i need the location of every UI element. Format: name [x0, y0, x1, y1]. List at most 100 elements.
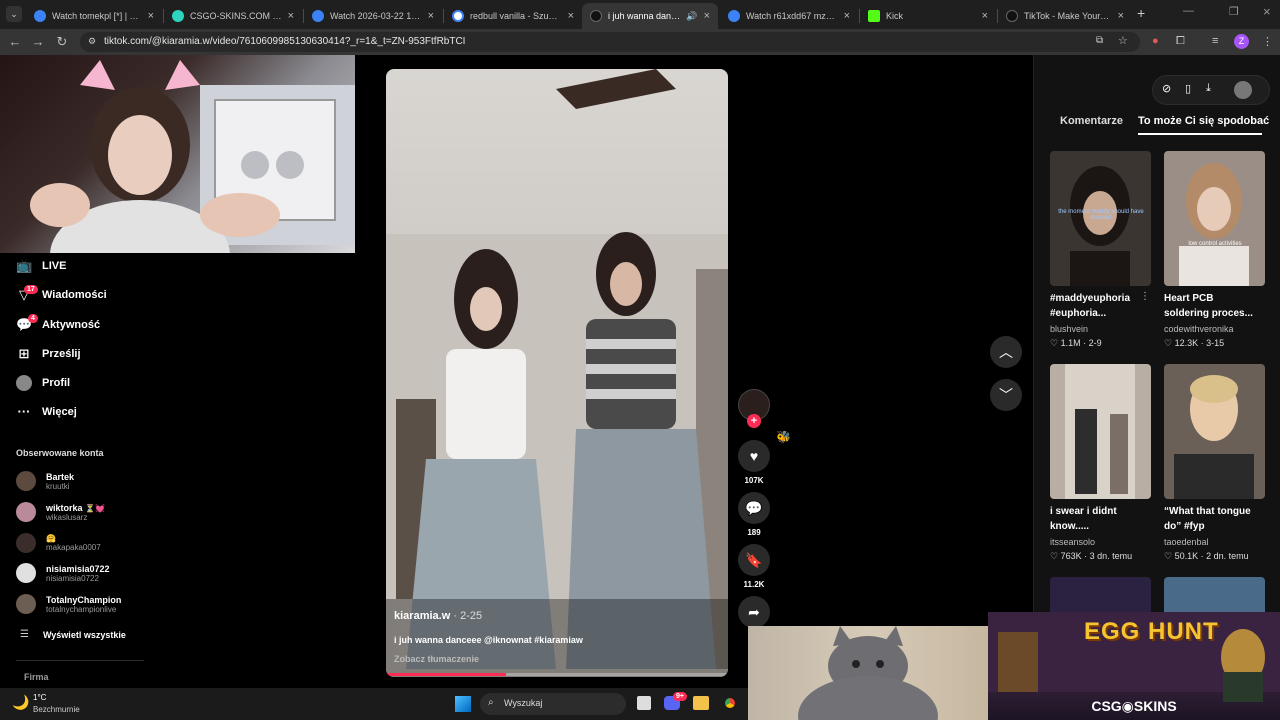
close-tab-icon[interactable]: × — [288, 10, 294, 22]
video-card-thumbnail[interactable] — [1164, 364, 1265, 499]
followed-account[interactable]: 🤗 makapaka0007 — [16, 533, 101, 553]
account-name: wiktorka — [46, 502, 83, 513]
nav-label: Aktywność — [42, 319, 101, 331]
browser-menu-icon[interactable]: ⋮ — [1262, 35, 1273, 48]
speaker-icon[interactable]: 🔊 — [686, 11, 697, 22]
heart-icon: ♥ — [738, 440, 770, 472]
card-user[interactable]: itsseansolo — [1050, 537, 1095, 547]
avatar — [16, 533, 36, 553]
tab-3[interactable]: redbull vanilla - Szukaj w × — [444, 3, 582, 29]
url-bar[interactable]: ⚙ tiktok.com/@kiaramia.w/video/761060998… — [80, 32, 1140, 52]
tab-1[interactable]: CSGO-SKINS.COM - Najle × — [164, 3, 302, 29]
card-title[interactable]: “What that tongue do” #fyp — [1164, 504, 1264, 534]
tab-label: Watch r61xdd67 mzoe xd — [746, 11, 838, 21]
download-icon[interactable]: ⤓ — [1206, 82, 1211, 95]
card-user[interactable]: blushvein — [1050, 324, 1088, 334]
followed-account[interactable]: wiktorka ⏳💓 wikaslusarz — [16, 502, 105, 522]
tab-2[interactable]: Watch 2026-03-22 18-52 × — [304, 3, 442, 29]
reload-icon[interactable]: ↻ — [53, 34, 71, 50]
task-view-icon[interactable] — [637, 696, 651, 710]
minimize-window-button[interactable]: — — [1183, 5, 1194, 17]
video-card-thumbnail[interactable] — [1164, 577, 1265, 617]
video-author[interactable]: kiaramia.w — [394, 610, 450, 622]
followed-account[interactable]: TotalnyChampion totalnychampionlive — [16, 594, 121, 614]
egg-hunt-ad[interactable]: EGG HUNT CSG◉SKINS — [988, 612, 1280, 720]
card-user[interactable]: taoedenbal — [1164, 537, 1209, 547]
tab-4-active[interactable]: i juh wanna danceee 🔊 × — [582, 3, 718, 29]
install-app-icon[interactable]: ⧉ — [1096, 35, 1103, 46]
extensions-puzzle-icon[interactable]: ⧠ — [1176, 35, 1185, 48]
account-handle: nisiamisia0722 — [46, 573, 99, 583]
follow-plus-icon[interactable]: + — [747, 414, 761, 428]
address-toolbar: ← → ↻ ⚙ tiktok.com/@kiaramia.w/video/761… — [0, 29, 1280, 55]
close-tab-icon[interactable]: × — [1118, 10, 1124, 22]
translate-link[interactable]: Zobacz tłumaczenie — [394, 654, 479, 664]
extension-icon[interactable]: ● — [1152, 35, 1159, 47]
tiktok-favicon-icon — [590, 10, 602, 22]
chrome-icon[interactable] — [722, 695, 738, 711]
video-card-thumbnail[interactable] — [1050, 364, 1151, 499]
back-arrow-icon[interactable]: ← — [6, 34, 24, 49]
user-avatar[interactable] — [1234, 81, 1252, 99]
tab-0[interactable]: Watch tomekpl [*] | Stream × — [26, 3, 162, 29]
like-button[interactable]: ♥ 107K — [738, 440, 770, 485]
card-more-icon[interactable]: ⋮ — [1140, 291, 1150, 302]
followed-account[interactable]: Bartek kruutki — [16, 471, 74, 491]
show-all-link[interactable]: ☰ Wyświetl wszystkie — [20, 629, 126, 640]
following-header: Obserwowane konta — [16, 448, 104, 458]
nav-label: Więcej — [42, 406, 77, 418]
tab-list-chevron-icon[interactable]: ⌄ — [6, 6, 22, 22]
media-controls-icon[interactable]: ≡ — [1212, 35, 1218, 47]
account-handle: wikaslusarz — [46, 512, 88, 522]
close-tab-icon[interactable]: × — [704, 10, 710, 22]
file-explorer-icon[interactable] — [693, 696, 709, 710]
card-title[interactable]: #maddyeuphoria #euphoria... — [1050, 291, 1150, 321]
forward-arrow-icon[interactable]: → — [29, 34, 47, 49]
card-title[interactable]: i swear i didnt know..... — [1050, 504, 1150, 534]
tab-recommended[interactable]: To może Ci się spodobać — [1138, 115, 1269, 127]
webcam-overlay — [0, 55, 355, 253]
prev-video-button[interactable]: ︿ — [990, 336, 1022, 368]
footer-company-link[interactable]: Firma — [24, 672, 49, 682]
followed-account[interactable]: nisiamisia0722 nisiamisia0722 — [16, 563, 110, 583]
close-window-button[interactable]: × — [1263, 4, 1271, 19]
profile-avatar[interactable]: Z — [1234, 34, 1249, 49]
comment-button[interactable]: 💬 189 — [738, 492, 770, 537]
tab-5[interactable]: Watch r61xdd67 mzoe xd × — [720, 3, 858, 29]
video-player[interactable]: kiaramia.w · 2-25 i juh wanna danceee @i… — [386, 69, 728, 677]
close-tab-icon[interactable]: × — [148, 10, 154, 22]
weather-desc: Bezchmurnie — [33, 705, 80, 714]
tab-comments[interactable]: Komentarze — [1060, 115, 1123, 127]
taskbar-search[interactable]: ⌕ Wyszukaj — [480, 693, 626, 715]
tab-7[interactable]: TikTok - Make Your Day × — [998, 3, 1132, 29]
nav-upload[interactable]: ⊞ Prześlij — [16, 346, 81, 362]
nav-more[interactable]: ··· Więcej — [16, 404, 77, 420]
video-author-line: kiaramia.w · 2-25 — [394, 610, 482, 622]
card-title[interactable]: Heart PCB soldering proces... — [1164, 291, 1264, 321]
nav-profile[interactable]: Profil — [16, 375, 70, 391]
video-progress-track[interactable] — [386, 673, 728, 676]
new-tab-button[interactable]: + — [1137, 5, 1145, 21]
account-name: Bartek — [46, 471, 75, 482]
video-card-thumbnail[interactable] — [1050, 577, 1151, 617]
windows-start-icon[interactable] — [455, 696, 471, 712]
close-tab-icon[interactable]: × — [982, 10, 988, 22]
weather-icon[interactable]: 🌙 — [12, 694, 29, 711]
next-video-button[interactable]: ﹀ — [990, 379, 1022, 411]
video-card-thumbnail[interactable]: the moment maddy should have realised — [1050, 151, 1151, 286]
nav-live[interactable]: 📺 LIVE — [16, 258, 66, 274]
card-user[interactable]: codewithveronika — [1164, 324, 1234, 334]
compass-icon[interactable]: ⊘ — [1162, 82, 1171, 95]
restore-window-button[interactable]: ❐ — [1229, 5, 1239, 18]
windows-taskbar: 🌙 1°C Bezchmurnie ⌕ Wyszukaj 9+ — [0, 688, 748, 720]
video-card-thumbnail[interactable]: low control activities — [1164, 151, 1265, 286]
close-tab-icon[interactable]: × — [568, 10, 574, 22]
save-button[interactable]: 🔖 11.2K — [738, 544, 770, 589]
phone-icon[interactable]: ▯ — [1185, 82, 1191, 95]
bookmark-star-icon[interactable]: ☆ — [1118, 34, 1128, 47]
close-tab-icon[interactable]: × — [844, 10, 850, 22]
close-tab-icon[interactable]: × — [428, 10, 434, 22]
site-info-icon[interactable]: ⚙ — [88, 36, 96, 47]
tab-6[interactable]: Kick × — [860, 3, 996, 29]
discord-badge: 9+ — [673, 692, 687, 701]
